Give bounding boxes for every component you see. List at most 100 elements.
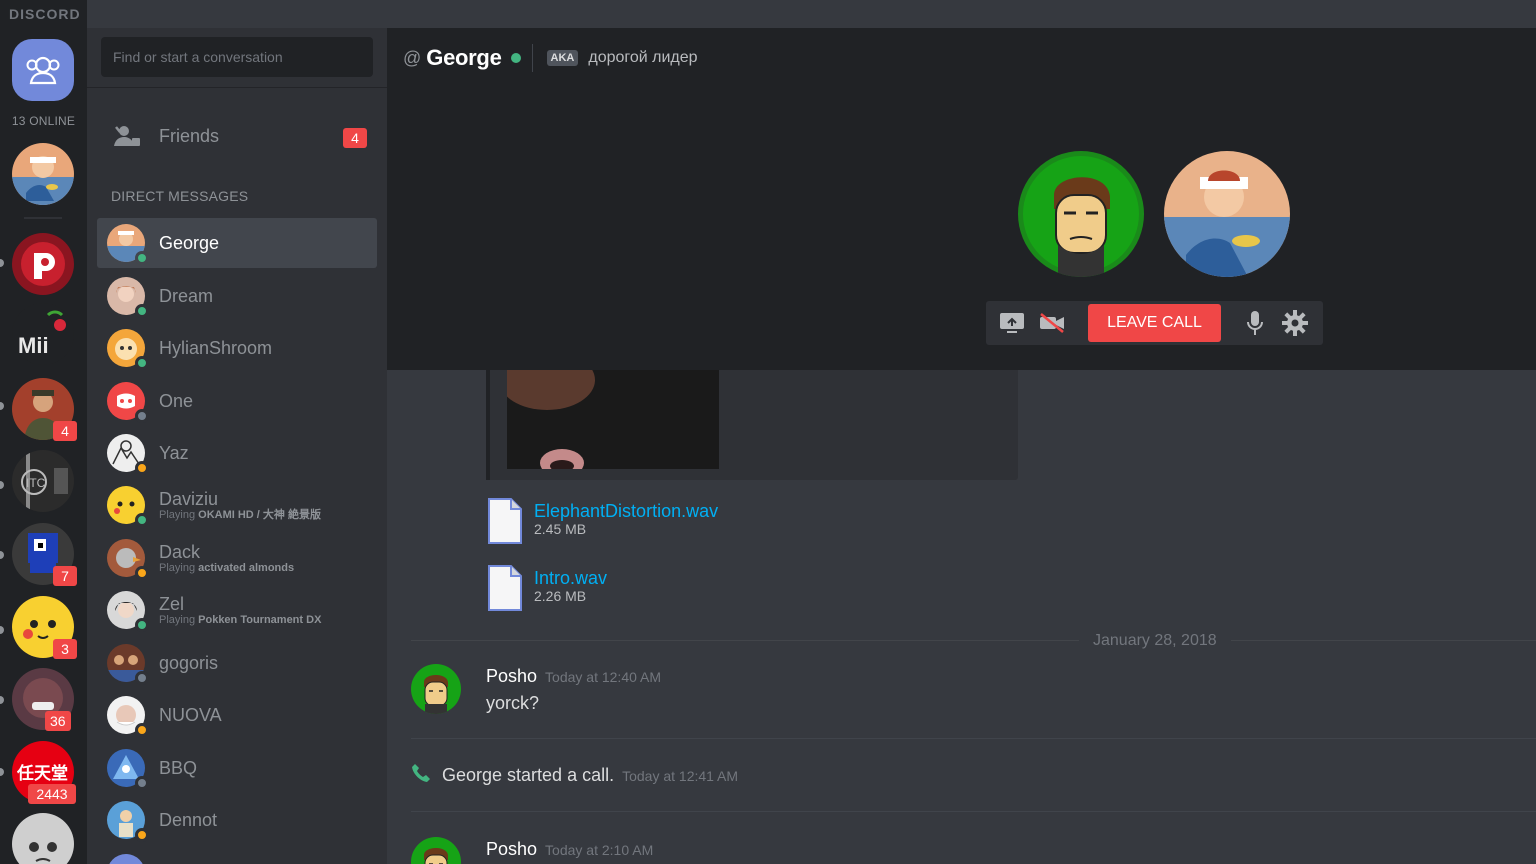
avatar [107,277,149,318]
server-rail: 13 ONLINE Mii 4 ITC 7 3 36 任天堂 2443 [0,28,87,864]
dm-name: Dream [159,286,214,306]
channel-header: @ George AKA дорогой лидер [403,42,698,74]
discord-wordmark: DISCORD [9,6,81,22]
status-online-indicator [510,53,521,63]
dm-name: Zel [159,593,185,614]
friends-icon [107,116,147,156]
file-size: 2.26 MB [534,588,587,604]
dm-name: HylianShroom [159,338,273,358]
video-off-icon [1040,313,1064,333]
rail-separator [24,217,62,219]
dm-item-dream[interactable]: Dream [97,271,377,321]
status-online-indicator [135,304,149,318]
call-participant-george[interactable] [1164,151,1290,277]
file-attachment: ElephantDistortion.wav 2.45 MB [487,497,718,545]
dm-name: BBQ [159,758,198,778]
friends-label: Friends [159,125,220,146]
avatar [107,224,149,265]
dm-item-dennot[interactable]: Dennot [97,795,377,845]
dm-item-daviziu[interactable]: Daviziu Playing OKAMI HD / 大神 絶景版 [97,480,377,530]
search-input[interactable] [101,37,373,77]
game-name: OKAMI HD / 大神 絶景版 [198,508,321,521]
unread-badge: 2443 [28,784,76,804]
unread-pip [0,259,4,267]
nurse-avatar-icon [12,143,74,205]
status-offline-indicator [135,409,149,423]
message-content: yorck? [486,693,540,713]
dm-item-yaz[interactable]: Yaz [97,428,377,478]
message-timestamp: Today at 2:10 AM [545,842,654,858]
file-download-link[interactable]: Intro.wav [534,568,607,588]
avatar [107,801,149,842]
server-icon-9[interactable] [12,813,74,864]
avatar[interactable] [411,837,461,864]
unread-badge: 4 [53,421,77,441]
mii-logo-icon: Mii [12,303,74,365]
avatar [107,644,149,685]
embedded-photo[interactable] [507,370,719,469]
microphone-icon [1247,311,1263,335]
server-icon-4[interactable]: ITC [12,450,74,512]
unread-pip [0,551,4,559]
dm-item-dack[interactable]: Dack Playing activated almonds [97,533,377,583]
avatar[interactable] [411,664,461,714]
file-attachment: Intro.wav 2.26 MB [487,564,607,612]
dm-name: Dennot [159,810,218,830]
dm-name: One [159,391,194,411]
screen-share-button[interactable] [997,308,1027,338]
dm-name: George [159,233,220,253]
dm-item-one[interactable]: One [97,376,377,426]
dm-name: Yaz [159,443,189,463]
call-participant-posho[interactable] [1018,151,1144,277]
avatar[interactable] [107,854,145,864]
unread-pip [0,696,4,704]
friends-nav-item[interactable]: Friends 4 [97,111,377,161]
dm-item-hylianshroom[interactable]: HylianShroom [97,323,377,373]
dm-activity: Playing Pokken Tournament DX [159,613,322,626]
friends-home-button[interactable] [12,39,74,101]
direct-messages-header: DIRECT MESSAGES [111,188,249,204]
nickname: дорогой лидер [588,49,698,66]
avatar [107,591,149,632]
dm-name: NUOVA [159,705,222,725]
aka-tag: AKA [546,50,579,66]
unread-pip [0,768,4,776]
avatar [107,329,149,370]
gear-icon [1282,310,1308,336]
dm-item-george[interactable]: George [97,218,377,268]
dm-item-gogoris[interactable]: gogoris [97,638,377,688]
phone-icon [412,764,430,782]
status-idle-indicator [135,828,149,842]
call-controls: LEAVE CALL [986,301,1323,345]
server-icon-1[interactable] [12,233,74,295]
file-download-link[interactable]: ElephantDistortion.wav [534,501,718,521]
message-header: Posho Today at 12:40 AM [486,666,661,687]
author-name[interactable]: Posho [486,666,537,686]
unread-badge: 3 [53,639,77,659]
unread-badge: 7 [53,566,77,586]
unread-pip [0,481,4,489]
game-name: Pokken Tournament DX [198,613,322,626]
author-name[interactable]: Posho [486,839,537,859]
itc-logo-icon: ITC [12,450,74,512]
rail-dm-george[interactable] [12,143,74,205]
dm-item-bbq[interactable]: BBQ [97,743,377,793]
screen-share-icon [1000,313,1024,333]
status-idle-indicator [135,566,149,580]
game-name: activated almonds [198,561,295,574]
dm-item-zel[interactable]: Zel Playing Pokken Tournament DX [97,585,377,635]
online-count: 13 ONLINE [11,114,76,128]
video-toggle-button[interactable] [1037,308,1067,338]
unread-pip [0,626,4,634]
unread-pip [0,402,4,410]
status-online-indicator [135,356,149,370]
status-offline-indicator [135,776,149,790]
file-icon [488,565,522,611]
avatar [107,539,149,580]
mute-button[interactable] [1240,308,1270,338]
server-icon-2[interactable]: Mii [12,303,74,365]
avatar [107,382,149,423]
call-settings-button[interactable] [1280,308,1310,338]
dm-item-nuova[interactable]: NUOVA [97,690,377,740]
leave-call-button[interactable]: LEAVE CALL [1088,304,1221,342]
